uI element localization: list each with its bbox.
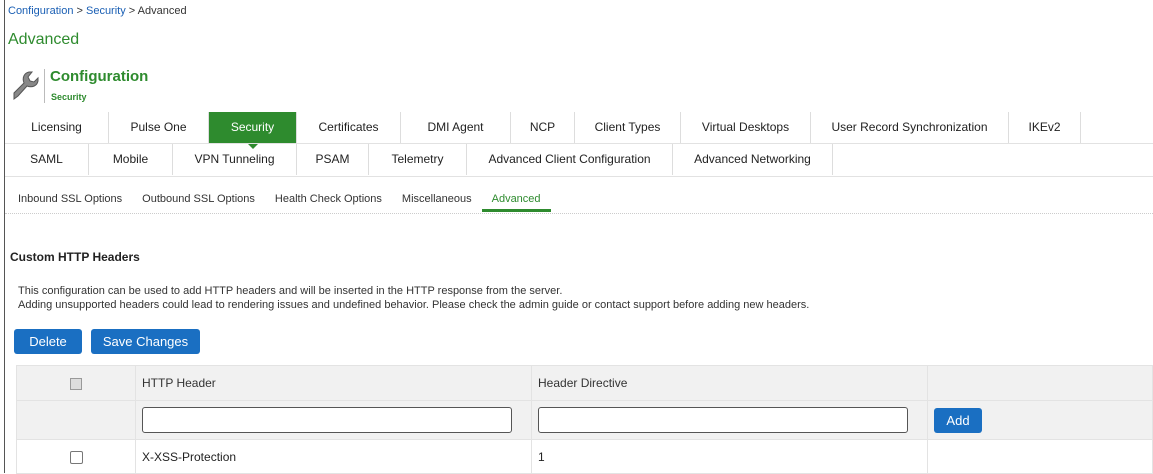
page-title: Advanced bbox=[8, 31, 80, 48]
table-cell bbox=[531, 400, 928, 440]
main-tabs-row1: Licensing Pulse One Security Certificate… bbox=[5, 112, 1081, 149]
column-header-actions bbox=[927, 365, 1153, 401]
tab-security[interactable]: Security bbox=[209, 112, 297, 149]
table-cell bbox=[16, 400, 136, 440]
tab-vpn-tunneling[interactable]: VPN Tunneling bbox=[173, 144, 297, 175]
tab-licensing[interactable]: Licensing bbox=[5, 112, 109, 143]
tab-client-types[interactable]: Client Types bbox=[575, 112, 681, 143]
tab-divider bbox=[5, 176, 1153, 177]
tab-user-record-synchronization[interactable]: User Record Synchronization bbox=[811, 112, 1009, 143]
add-button[interactable]: Add bbox=[934, 407, 982, 433]
tab-telemetry[interactable]: Telemetry bbox=[369, 144, 467, 175]
subtab-inbound-ssl-options[interactable]: Inbound SSL Options bbox=[8, 187, 132, 212]
section-warning: Adding unsupported headers could lead to… bbox=[18, 299, 810, 311]
table-cell bbox=[16, 439, 136, 474]
wrench-icon bbox=[13, 71, 39, 100]
breadcrumb-configuration[interactable]: Configuration bbox=[8, 5, 73, 17]
header-directive-input[interactable] bbox=[538, 407, 908, 433]
breadcrumb-security[interactable]: Security bbox=[86, 5, 126, 17]
tab-psam[interactable]: PSAM bbox=[297, 144, 369, 175]
sub-tabs: Inbound SSL Options Outbound SSL Options… bbox=[8, 187, 551, 212]
table-header-row: HTTP Header Header Directive bbox=[16, 365, 1153, 401]
config-divider bbox=[44, 69, 45, 103]
tab-ncp[interactable]: NCP bbox=[511, 112, 575, 143]
tab-dmi-agent[interactable]: DMI Agent bbox=[401, 112, 511, 143]
table-cell bbox=[135, 400, 532, 440]
column-header-http-header[interactable]: HTTP Header bbox=[135, 365, 532, 401]
subtab-divider bbox=[5, 213, 1153, 214]
header-name-cell: X-XSS-Protection bbox=[135, 439, 532, 474]
row-checkbox[interactable] bbox=[69, 450, 83, 464]
section-title: Custom HTTP Headers bbox=[10, 250, 140, 264]
tab-advanced-client-configuration[interactable]: Advanced Client Configuration bbox=[467, 144, 673, 175]
config-subtitle: Security bbox=[51, 92, 87, 102]
select-all-header bbox=[16, 365, 136, 401]
main-tabs-row2: SAML Mobile VPN Tunneling PSAM Telemetry… bbox=[5, 144, 833, 175]
http-header-input[interactable] bbox=[142, 407, 512, 433]
tab-certificates[interactable]: Certificates bbox=[297, 112, 401, 143]
new-header-row: Add bbox=[16, 400, 1153, 440]
breadcrumb-current: Advanced bbox=[137, 5, 187, 17]
table-row: X-XSS-Protection 1 bbox=[16, 439, 1153, 474]
breadcrumb: Configuration > Security > Advanced bbox=[8, 5, 187, 17]
tab-mobile[interactable]: Mobile bbox=[89, 144, 173, 175]
config-title: Configuration bbox=[50, 68, 149, 85]
column-header-directive[interactable]: Header Directive bbox=[531, 365, 928, 401]
save-changes-button[interactable]: Save Changes bbox=[91, 329, 200, 354]
subtab-advanced[interactable]: Advanced bbox=[481, 187, 551, 212]
table-cell bbox=[927, 439, 1153, 474]
breadcrumb-separator: > bbox=[73, 5, 86, 17]
tab-pulse-one[interactable]: Pulse One bbox=[109, 112, 209, 143]
tab-saml[interactable]: SAML bbox=[5, 144, 89, 175]
delete-button[interactable]: Delete bbox=[14, 329, 82, 354]
table-cell: Add bbox=[927, 400, 1153, 440]
select-all-checkbox[interactable] bbox=[70, 377, 82, 390]
subtab-miscellaneous[interactable]: Miscellaneous bbox=[392, 187, 482, 212]
tab-advanced-networking[interactable]: Advanced Networking bbox=[673, 144, 833, 175]
headers-table: HTTP Header Header Directive Add X-XSS-P… bbox=[16, 365, 1153, 474]
subtab-outbound-ssl-options[interactable]: Outbound SSL Options bbox=[132, 187, 265, 212]
section-description: This configuration can be used to add HT… bbox=[18, 285, 563, 297]
subtab-health-check-options[interactable]: Health Check Options bbox=[265, 187, 392, 212]
tab-virtual-desktops[interactable]: Virtual Desktops bbox=[681, 112, 811, 143]
tab-ikev2[interactable]: IKEv2 bbox=[1009, 112, 1081, 143]
header-directive-cell: 1 bbox=[531, 439, 928, 474]
breadcrumb-separator: > bbox=[125, 5, 138, 17]
